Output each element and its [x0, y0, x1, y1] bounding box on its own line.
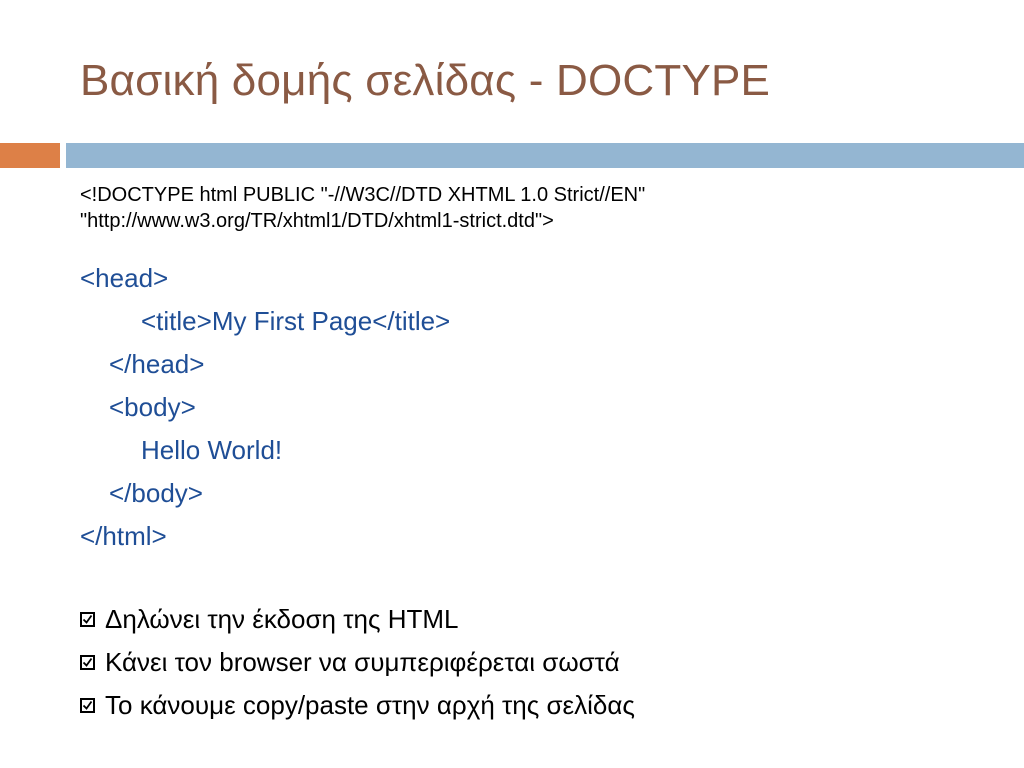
doctype-line: "http://www.w3.org/TR/xhtml1/DTD/xhtml1-…: [80, 210, 554, 232]
checked-box-icon: [80, 698, 95, 713]
bullet-text: Το κάνουμε copy/paste στην αρχή της σελί…: [105, 690, 635, 720]
bullet-text: Κάνει τον browser να συμπεριφέρεται σωστ…: [105, 647, 620, 677]
checked-box-icon: [80, 655, 95, 670]
code-line-title: <title>My First Page</title>: [141, 306, 451, 336]
code-line-body-close: </body>: [109, 478, 203, 508]
code-line-body-open: <body>: [109, 392, 196, 422]
doctype-line: <!DOCTYPE html PUBLIC "-//W3C//DTD XHTML…: [80, 184, 646, 206]
accent-band-orange: [0, 143, 60, 168]
code-line-head-open: <head>: [80, 263, 169, 293]
slide: Βασική δομής σελίδας - DOCTYPE <!DOCTYPE…: [0, 0, 1024, 768]
code-line-hello: Hello World!: [141, 435, 283, 465]
checked-box-icon: [80, 612, 95, 627]
doctype-declaration: <!DOCTYPE html PUBLIC "-//W3C//DTD XHTML…: [80, 182, 645, 234]
bullet-text: Δηλώνει την έκδοση της HTML: [105, 604, 459, 634]
code-line-html-close: </html>: [80, 521, 167, 551]
code-line-head-close: </head>: [109, 349, 205, 379]
slide-title: Βασική δομής σελίδας - DOCTYPE: [80, 56, 771, 105]
bullet-item: Δηλώνει την έκδοση της HTML: [80, 604, 458, 635]
bullet-item: Κάνει τον browser να συμπεριφέρεται σωστ…: [80, 647, 620, 678]
bullet-item: Το κάνουμε copy/paste στην αρχή της σελί…: [80, 690, 635, 721]
accent-band-blue: [66, 143, 1024, 168]
